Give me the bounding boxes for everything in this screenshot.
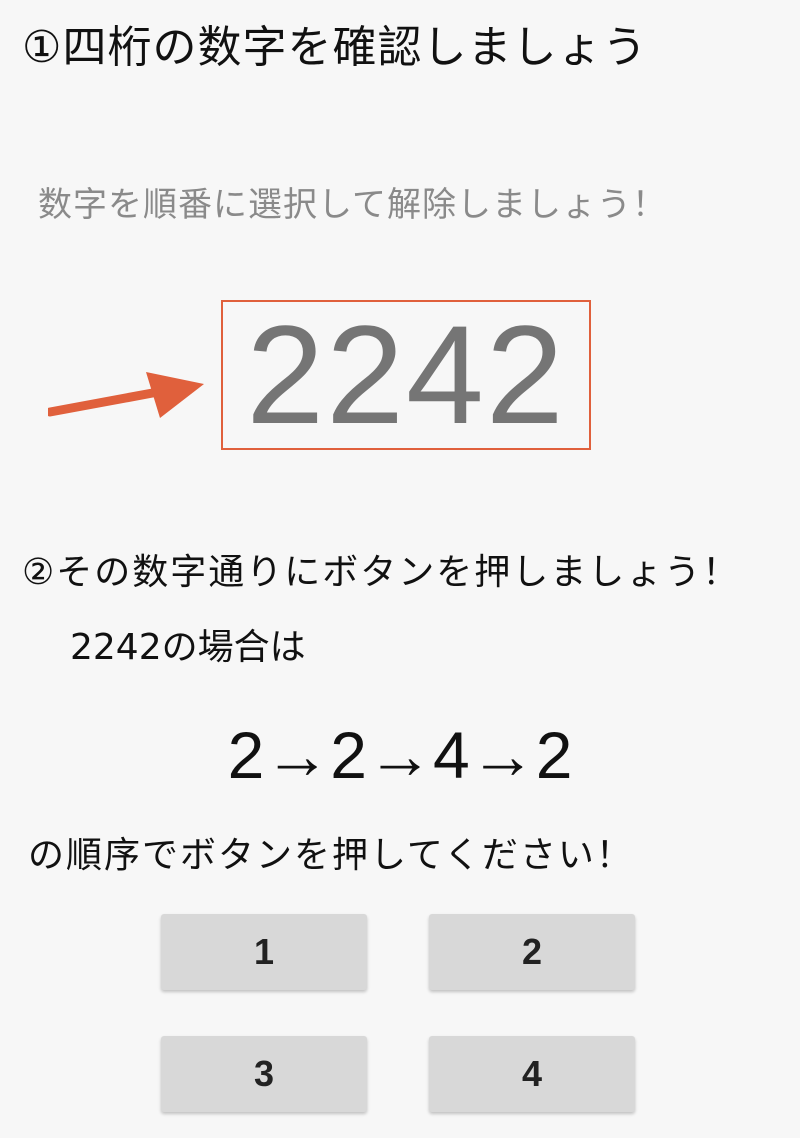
example-label: 2242の場合は xyxy=(70,627,306,668)
press-order-note: の順序でボタンを押してください！ xyxy=(28,835,634,876)
unlock-instruction: 数字を順番に選択して解除しましょう！ xyxy=(38,185,667,225)
press-sequence: 2→2→4→2 xyxy=(227,718,573,792)
step1-title: ①四桁の数字を確認しましょう xyxy=(22,22,648,73)
unlock-code: 2242 xyxy=(246,296,566,453)
keypad-button-2[interactable]: 2 xyxy=(429,914,635,990)
code-highlight-box: 2242 xyxy=(221,300,591,450)
keypad-button-1[interactable]: 1 xyxy=(161,914,367,990)
keypad-button-4[interactable]: 4 xyxy=(429,1036,635,1112)
keypad-button-3[interactable]: 3 xyxy=(161,1036,367,1112)
step2-title: ②その数字通りにボタンを押しましょう！ xyxy=(22,552,741,593)
arrow-right-icon xyxy=(48,372,204,418)
